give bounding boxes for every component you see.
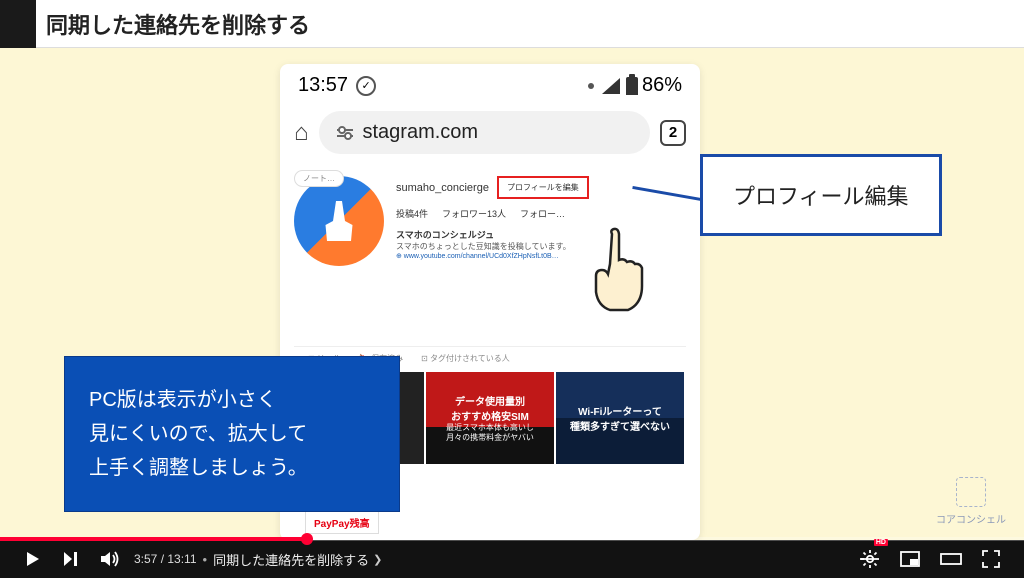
chapter-separator: • bbox=[203, 552, 208, 567]
note-badge: ノート… bbox=[294, 170, 344, 187]
post-tile[interactable]: データ使用量別 おすすめ格安SIM 最近スマホ本体も高いし 月々の携帯料金がヤバ… bbox=[426, 372, 554, 464]
profile-stats: 投稿4件 フォロワー13人 フォロー… bbox=[396, 207, 686, 220]
stat-following[interactable]: フォロー… bbox=[520, 207, 565, 220]
channel-logo: コアコンシェル bbox=[936, 477, 1006, 526]
info-line: 上手く調整しましょう。 bbox=[89, 451, 375, 485]
time-display: 3:57 / 13:11 bbox=[134, 552, 197, 566]
chevron-right-icon: ❯ bbox=[373, 553, 382, 566]
video-player-controls: 3:57 / 13:11 • 同期した連絡先を削除する ❯ HD bbox=[0, 540, 1024, 578]
slide-title: 同期した連絡先を削除する bbox=[46, 8, 310, 40]
logo-text: コアコンシェル bbox=[936, 511, 1006, 526]
play-button[interactable] bbox=[14, 544, 52, 574]
info-box: PC版は表示が小さく 見にくいので、拡大して 上手く調整しましょう。 bbox=[64, 356, 400, 512]
info-line: PC版は表示が小さく bbox=[89, 383, 375, 417]
tab-count[interactable]: 2 bbox=[660, 120, 686, 146]
stat-followers[interactable]: フォロワー13人 bbox=[442, 207, 506, 220]
edit-profile-button[interactable]: プロフィールを編集 bbox=[497, 176, 589, 199]
site-settings-icon bbox=[335, 125, 355, 141]
check-icon: ✓ bbox=[356, 76, 376, 96]
callout-box: プロフィール編集 bbox=[700, 154, 942, 236]
browser-url-bar: ⌂ stagram.com 2 bbox=[280, 103, 700, 168]
phone-status-bar: 13:57 ✓ 86% bbox=[280, 64, 700, 103]
home-icon[interactable]: ⌂ bbox=[294, 119, 309, 147]
video-content: 同期した連絡先を削除する 13:57 ✓ 86% ⌂ stagram.com bbox=[0, 0, 1024, 540]
pointing-hand-icon bbox=[582, 226, 652, 316]
info-line: 見にくいので、拡大して bbox=[89, 417, 375, 451]
stat-posts[interactable]: 投稿4件 bbox=[396, 207, 428, 220]
chapter-title[interactable]: 同期した連絡先を削除する bbox=[213, 550, 369, 569]
miniplayer-button[interactable] bbox=[890, 545, 930, 573]
url-pill[interactable]: stagram.com bbox=[319, 111, 651, 154]
progress-fill bbox=[0, 537, 307, 541]
post-tile[interactable]: Wi-Fiルーターって 種類多すぎて選べない bbox=[556, 372, 684, 464]
url-text: stagram.com bbox=[363, 121, 479, 144]
status-time: 13:57 bbox=[298, 74, 348, 97]
avatar-image bbox=[294, 176, 384, 266]
title-accent bbox=[0, 0, 36, 48]
hd-badge: HD bbox=[874, 539, 888, 546]
username: sumaho_concierge bbox=[396, 182, 489, 194]
next-button[interactable] bbox=[52, 544, 90, 574]
volume-button[interactable] bbox=[90, 544, 130, 574]
battery-icon bbox=[626, 77, 638, 95]
status-dot-icon bbox=[588, 83, 594, 89]
logo-mark-icon bbox=[956, 477, 986, 507]
slide-title-bar: 同期した連絡先を削除する bbox=[0, 0, 1024, 48]
progress-bar[interactable] bbox=[0, 537, 1024, 541]
progress-handle[interactable] bbox=[301, 533, 313, 545]
signal-icon bbox=[602, 78, 620, 94]
avatar[interactable]: ノート… bbox=[294, 176, 384, 266]
fullscreen-button[interactable] bbox=[972, 544, 1010, 574]
theater-button[interactable] bbox=[930, 545, 972, 573]
tab-tagged[interactable]: ⊡ タグ付けされている人 bbox=[421, 353, 510, 364]
battery-percent: 86% bbox=[642, 74, 682, 97]
paypay-label: PayPay残高 bbox=[305, 511, 379, 534]
settings-button[interactable]: HD bbox=[850, 543, 890, 575]
